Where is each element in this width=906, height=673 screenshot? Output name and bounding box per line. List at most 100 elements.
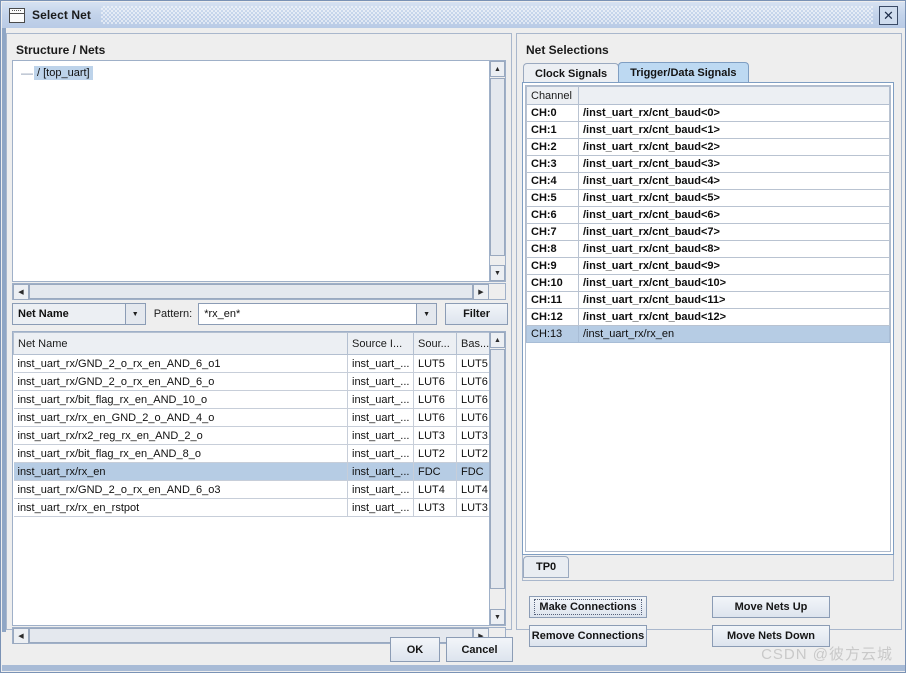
- net-name-cell: inst_uart_rx/rx_en_GND_2_o_AND_4_o: [13, 408, 348, 427]
- table-row[interactable]: inst_uart_rx/rx2_reg_rx_en_AND_2_o inst_u…: [13, 426, 500, 445]
- move-nets-up-button[interactable]: Move Nets Up: [712, 596, 830, 618]
- window-title: Select Net: [32, 8, 92, 22]
- source-instance-cell: inst_uart_...: [347, 408, 414, 427]
- tab-trigger-data-signals[interactable]: Trigger/Data Signals: [618, 62, 749, 83]
- table-row[interactable]: CH:12/inst_uart_rx/cnt_baud<12>: [526, 308, 890, 326]
- source-instance-cell: inst_uart_...: [347, 462, 414, 481]
- source-cell: LUT5: [413, 354, 457, 373]
- net-scroll-thumb[interactable]: [490, 349, 505, 589]
- scroll-down-icon[interactable]: ▼: [490, 609, 505, 625]
- channel-table-container[interactable]: Channel CH:0/inst_uart_rx/cnt_baud<0> CH:…: [522, 82, 894, 555]
- chevron-down-icon[interactable]: ▼: [124, 304, 145, 324]
- tab-clock-signals[interactable]: Clock Signals: [523, 63, 620, 83]
- channel-net-cell: /inst_uart_rx/cnt_baud<8>: [578, 240, 890, 258]
- table-row[interactable]: inst_uart_rx/rx_en_GND_2_o_AND_4_o inst_u…: [13, 408, 500, 427]
- table-row[interactable]: CH:4/inst_uart_rx/cnt_baud<4>: [526, 172, 890, 190]
- window-icon: [9, 7, 25, 23]
- table-row[interactable]: CH:8/inst_uart_rx/cnt_baud<8>: [526, 240, 890, 258]
- structure-nets-panel: Structure / Nets — / [top_uart] ▲ ▼ ◀ ▶: [6, 33, 512, 644]
- channel-table: Channel CH:0/inst_uart_rx/cnt_baud<0> CH:…: [526, 86, 890, 343]
- table-row[interactable]: CH:1/inst_uart_rx/cnt_baud<1>: [526, 121, 890, 139]
- source-instance-cell: inst_uart_...: [347, 498, 414, 517]
- net-vertical-scrollbar[interactable]: ▲ ▼: [489, 332, 505, 625]
- cancel-button[interactable]: Cancel: [446, 637, 513, 662]
- structure-nets-header: Structure / Nets: [16, 43, 106, 57]
- channel-table-header-row: Channel: [526, 86, 890, 105]
- net-selections-panel: Net Selections Clock Signals Trigger/Data…: [516, 33, 902, 647]
- scroll-right-icon[interactable]: ▶: [473, 284, 489, 300]
- table-row[interactable]: CH:7/inst_uart_rx/cnt_baud<7>: [526, 223, 890, 241]
- channel-cell: CH:5: [526, 189, 579, 207]
- net-selections-header: Net Selections: [526, 43, 609, 57]
- make-connections-button[interactable]: Make Connections: [529, 596, 647, 618]
- table-row[interactable]: inst_uart_rx/bit_flag_rx_en_AND_10_o inst…: [13, 390, 500, 409]
- table-row[interactable]: inst_uart_rx/bit_flag_rx_en_AND_8_o inst_…: [13, 444, 500, 463]
- source-cell: FDC: [413, 462, 457, 481]
- chevron-down-icon[interactable]: ▼: [416, 304, 437, 324]
- net-name-cell: inst_uart_rx/GND_2_o_rx_en_AND_6_o: [13, 372, 348, 391]
- pattern-input[interactable]: *rx_en* ▼: [198, 303, 438, 325]
- table-row[interactable]: CH:9/inst_uart_rx/cnt_baud<9>: [526, 257, 890, 275]
- net-column-header-source[interactable]: Sour...: [413, 332, 457, 355]
- structure-tree[interactable]: — / [top_uart] ▲ ▼: [12, 60, 506, 282]
- channel-cell: CH:4: [526, 172, 579, 190]
- table-row[interactable]: inst_uart_rx/GND_2_o_rx_en_AND_6_o3 inst_…: [13, 480, 500, 499]
- channel-cell: CH:7: [526, 223, 579, 241]
- channel-cell: CH:12: [526, 308, 579, 326]
- tree-node-label: / [top_uart]: [34, 65, 93, 80]
- source-instance-cell: inst_uart_...: [347, 426, 414, 445]
- net-results-table[interactable]: Net Name Source I... Sour... Bas... inst…: [12, 331, 506, 626]
- table-row[interactable]: inst_uart_rx/rx_en_rstpot inst_uart_... LU…: [13, 498, 500, 517]
- net-path-column-header[interactable]: [578, 86, 890, 105]
- tree-scroll-thumb[interactable]: [490, 78, 505, 256]
- unit-tab-tp0[interactable]: TP0: [523, 556, 570, 578]
- close-button[interactable]: ✕: [879, 5, 898, 25]
- table-row[interactable]: CH:3/inst_uart_rx/cnt_baud<3>: [526, 155, 890, 173]
- title-bar: Select Net ✕: [2, 2, 905, 28]
- scroll-left-icon[interactable]: ◀: [13, 284, 29, 300]
- tree-node-top-uart[interactable]: — / [top_uart]: [13, 61, 505, 81]
- scroll-down-icon[interactable]: ▼: [490, 265, 505, 281]
- source-cell: LUT6: [413, 390, 457, 409]
- table-row[interactable]: inst_uart_rx/GND_2_o_rx_en_AND_6_o inst_u…: [13, 372, 500, 391]
- channel-cell: CH:2: [526, 138, 579, 156]
- net-column-header-source-instance[interactable]: Source I...: [347, 332, 414, 355]
- net-table: Net Name Source I... Sour... Bas... inst…: [13, 332, 500, 517]
- table-row[interactable]: CH:10/inst_uart_rx/cnt_baud<10>: [526, 274, 890, 292]
- channel-net-cell: /inst_uart_rx/cnt_baud<0>: [578, 104, 890, 122]
- table-row[interactable]: CH:6/inst_uart_rx/cnt_baud<6>: [526, 206, 890, 224]
- tree-horizontal-scrollbar[interactable]: ◀ ▶: [12, 283, 506, 300]
- table-row[interactable]: inst_uart_rx/GND_2_o_rx_en_AND_6_o1 inst_…: [13, 354, 500, 373]
- source-instance-cell: inst_uart_...: [347, 390, 414, 409]
- table-row[interactable]: CH:2/inst_uart_rx/cnt_baud<2>: [526, 138, 890, 156]
- channel-net-cell: /inst_uart_rx/cnt_baud<6>: [578, 206, 890, 224]
- tree-vertical-scrollbar[interactable]: ▲ ▼: [489, 61, 505, 281]
- table-row[interactable]: CH:11/inst_uart_rx/cnt_baud<11>: [526, 291, 890, 309]
- tree-hscroll-thumb[interactable]: [29, 284, 473, 299]
- net-name-cell: inst_uart_rx/bit_flag_rx_en_AND_8_o: [13, 444, 348, 463]
- table-row[interactable]: CH:13/inst_uart_rx/rx_en: [526, 325, 890, 343]
- net-name-cell: inst_uart_rx/rx2_reg_rx_en_AND_2_o: [13, 426, 348, 445]
- filter-field-select[interactable]: Net Name ▼: [12, 303, 146, 325]
- source-instance-cell: inst_uart_...: [347, 480, 414, 499]
- scroll-up-icon[interactable]: ▲: [490, 332, 505, 348]
- ok-button[interactable]: OK: [390, 637, 440, 662]
- channel-cell: CH:3: [526, 155, 579, 173]
- channel-cell: CH:8: [526, 240, 579, 258]
- source-cell: LUT6: [413, 372, 457, 391]
- channel-net-cell: /inst_uart_rx/cnt_baud<12>: [578, 308, 890, 326]
- tree-expander-icon[interactable]: —: [21, 67, 33, 79]
- channel-net-cell: /inst_uart_rx/cnt_baud<1>: [578, 121, 890, 139]
- filter-button[interactable]: Filter: [445, 303, 508, 325]
- table-row[interactable]: inst_uart_rx/rx_en inst_uart_... FDC FDC: [13, 462, 500, 481]
- scroll-up-icon[interactable]: ▲: [490, 61, 505, 77]
- net-column-header-net-name[interactable]: Net Name: [13, 332, 348, 355]
- channel-column-header[interactable]: Channel: [526, 86, 579, 105]
- source-instance-cell: inst_uart_...: [347, 354, 414, 373]
- channel-net-cell: /inst_uart_rx/cnt_baud<5>: [578, 189, 890, 207]
- table-row[interactable]: CH:5/inst_uart_rx/cnt_baud<5>: [526, 189, 890, 207]
- channel-cell: CH:0: [526, 104, 579, 122]
- channel-cell: CH:10: [526, 274, 579, 292]
- filter-field-value: Net Name: [13, 304, 125, 324]
- table-row[interactable]: CH:0/inst_uart_rx/cnt_baud<0>: [526, 104, 890, 122]
